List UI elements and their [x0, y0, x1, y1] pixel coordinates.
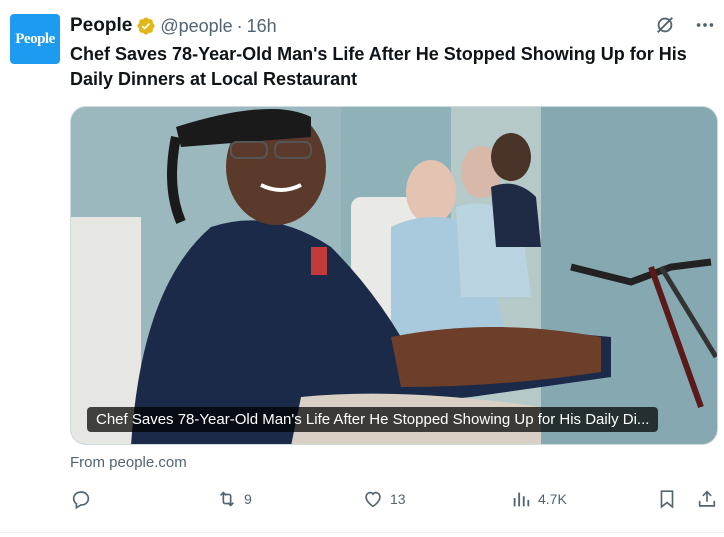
repost-count: 9: [244, 491, 252, 507]
author-handle[interactable]: @people: [160, 16, 232, 37]
repost-button[interactable]: 9: [216, 486, 252, 512]
like-count: 13: [390, 491, 406, 507]
separator-dot: ·: [236, 15, 243, 36]
article-card-image[interactable]: Chef Saves 78-Year-Old Man's Life After …: [70, 106, 718, 445]
more-options-icon[interactable]: [694, 14, 716, 36]
post-time[interactable]: 16h: [247, 16, 277, 37]
tweet-header: People @people · 16h: [70, 14, 277, 38]
views-count: 4.7K: [538, 491, 567, 507]
link-source[interactable]: From people.com: [70, 454, 187, 471]
share-button[interactable]: [696, 486, 718, 512]
analytics-icon: [513, 492, 530, 507]
reply-button[interactable]: [70, 486, 98, 512]
post-title: Chef Saves 78-Year-Old Man's Life After …: [70, 44, 687, 89]
top-icons: [654, 14, 716, 36]
bookmark-button[interactable]: [656, 486, 678, 512]
repost-icon: [219, 491, 235, 507]
action-bar: 9 13 4.7K: [70, 486, 720, 512]
views-button[interactable]: 4.7K: [510, 486, 567, 512]
grok-icon[interactable]: [654, 14, 676, 36]
heart-icon: [365, 491, 381, 508]
chef-and-man-photo: [71, 107, 717, 444]
media-caption: Chef Saves 78-Year-Old Man's Life After …: [87, 407, 659, 432]
share-icon: [698, 490, 716, 507]
reply-icon: [72, 491, 90, 510]
bookmark-icon: [660, 490, 674, 509]
like-button[interactable]: 13: [362, 486, 406, 512]
verified-badge-icon[interactable]: [136, 16, 156, 36]
author-name[interactable]: People: [70, 15, 132, 37]
avatar[interactable]: People: [10, 14, 60, 64]
divider: [0, 532, 724, 533]
avatar-logo-text: People: [15, 30, 55, 47]
tweet: People People @people · 16h Chef Saves 7…: [0, 0, 724, 537]
